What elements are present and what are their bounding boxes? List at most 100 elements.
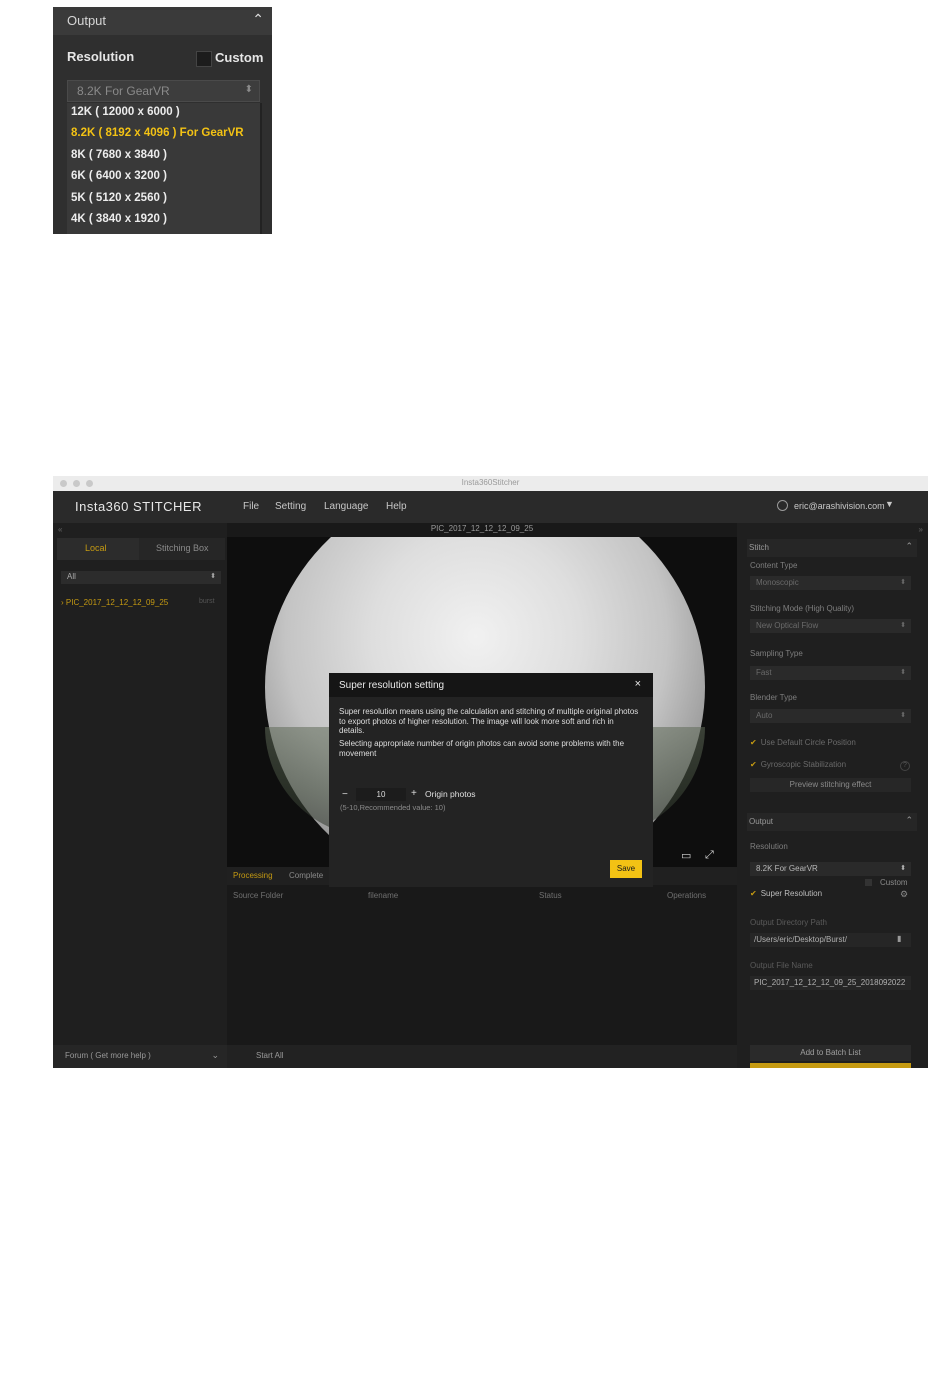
increment-button[interactable]: + bbox=[411, 788, 417, 799]
window-title: Insta360Stitcher bbox=[461, 478, 520, 487]
stitch-section-title: Stitch bbox=[749, 543, 770, 552]
start-all-button[interactable]: Start All bbox=[256, 1051, 284, 1060]
tab-complete[interactable]: Complete bbox=[289, 871, 323, 880]
resolution-select[interactable]: 8.2K For GearVR ⬍ bbox=[67, 80, 260, 102]
origin-photos-input[interactable]: 10 bbox=[356, 788, 406, 801]
file-list-item[interactable]: › PIC_2017_12_12_12_09_25 bbox=[61, 598, 168, 607]
caret-down-icon[interactable]: ▼ bbox=[885, 499, 894, 509]
menu-language[interactable]: Language bbox=[324, 501, 369, 512]
tab-local[interactable]: Local bbox=[85, 543, 107, 553]
start-button-edge[interactable] bbox=[750, 1063, 911, 1068]
forum-link[interactable]: Forum ( Get more help ) bbox=[65, 1051, 151, 1060]
output-section-title: Output bbox=[67, 13, 107, 28]
blender-type-select[interactable]: Auto ⬍ bbox=[750, 709, 911, 723]
select-arrows-icon: ⬍ bbox=[900, 669, 906, 676]
stitcher-window: Insta360Stitcher Insta360 STITCHER File … bbox=[53, 476, 928, 1068]
resolution-select[interactable]: 8.2K For GearVR ⬍ bbox=[750, 862, 911, 876]
resolution-label: Resolution bbox=[750, 842, 788, 851]
account-email[interactable]: eric@arashivision.com bbox=[794, 501, 885, 511]
help-icon[interactable]: ? bbox=[900, 761, 910, 771]
folder-icon[interactable]: ▮ bbox=[897, 934, 901, 943]
default-circle-label: Use Default Circle Position bbox=[760, 738, 856, 747]
default-circle-checkbox[interactable]: ✔ Use Default Circle Position bbox=[750, 738, 856, 747]
stitching-mode-value: New Optical Flow bbox=[756, 621, 819, 630]
chevron-up-icon[interactable]: ⌃ bbox=[905, 541, 913, 552]
chevron-down-icon[interactable]: ⌄ bbox=[211, 1050, 219, 1061]
output-section-title: Output bbox=[749, 817, 774, 826]
blender-type-label: Blender Type bbox=[750, 693, 797, 702]
select-arrows-icon: ⬍ bbox=[900, 865, 906, 872]
resolution-option[interactable]: 6K ( 6400 x 3200 ) bbox=[71, 170, 167, 182]
tab-processing[interactable]: Processing bbox=[233, 871, 273, 880]
file-name: PIC_2017_12_12_12_09_25 bbox=[65, 598, 169, 607]
right-panel: » Stitch ⌃ Content Type Monoscopic ⬍ Stit… bbox=[737, 523, 928, 1068]
resolution-label: Resolution bbox=[67, 49, 135, 64]
menu-setting[interactable]: Setting bbox=[275, 501, 306, 512]
file-filter-select[interactable]: All ⬍ bbox=[61, 571, 221, 584]
menu-bar: Insta360 STITCHER File Setting Language … bbox=[53, 491, 928, 523]
resolution-option-selected[interactable]: 8.2K ( 8192 x 4096 ) For GearVR bbox=[71, 127, 244, 139]
check-icon: ✔ bbox=[750, 760, 757, 769]
custom-checkbox[interactable] bbox=[196, 51, 212, 67]
resolution-option[interactable]: 4K ( 3840 x 1920 ) bbox=[71, 213, 167, 225]
sampling-type-label: Sampling Type bbox=[750, 649, 803, 658]
dialog-description: Super resolution means using the calcula… bbox=[339, 707, 639, 735]
chevron-up-icon[interactable]: ⌃ bbox=[252, 11, 264, 28]
file-tag: burst bbox=[199, 598, 215, 605]
output-file-value: PIC_2017_12_12_12_09_25_2018092022 bbox=[754, 978, 906, 987]
close-icon[interactable]: × bbox=[635, 678, 641, 690]
forum-bar[interactable]: Forum ( Get more help ) ⌄ bbox=[53, 1045, 227, 1068]
output-section-header[interactable]: Output ⌃ bbox=[747, 813, 917, 831]
super-resolution-label: Super Resolution bbox=[760, 889, 823, 898]
custom-label: Custom bbox=[215, 50, 264, 65]
gear-icon[interactable]: ⚙ bbox=[900, 889, 908, 900]
tab-stitching-box[interactable]: Stitching Box bbox=[156, 543, 209, 553]
account-icon[interactable] bbox=[777, 500, 788, 511]
content-type-select[interactable]: Monoscopic ⬍ bbox=[750, 576, 911, 590]
screen-icon[interactable]: ▭ bbox=[681, 849, 691, 862]
preview-file-title: PIC_2017_12_12_12_09_25 bbox=[430, 524, 534, 533]
chevron-up-icon[interactable]: ⌃ bbox=[905, 815, 913, 826]
origin-photos-hint: (5-10,Recommended value: 10) bbox=[340, 803, 446, 812]
fullscreen-icon[interactable]: ⤢ bbox=[705, 849, 714, 862]
file-filter-value: All bbox=[67, 572, 76, 581]
collapse-left-icon[interactable]: « bbox=[58, 525, 62, 534]
resolution-option[interactable]: 5K ( 5120 x 2560 ) bbox=[71, 192, 167, 204]
check-icon: ✔ bbox=[750, 889, 757, 898]
save-button[interactable]: Save bbox=[610, 860, 642, 878]
column-status: Status bbox=[539, 891, 562, 900]
select-arrows-icon: ⬍ bbox=[900, 622, 906, 629]
output-dir-value: /Users/eric/Desktop/Burst/ bbox=[754, 935, 847, 944]
gyro-checkbox[interactable]: ✔ Gyroscopic Stabilization bbox=[750, 760, 846, 769]
super-resolution-checkbox[interactable]: ✔ Super Resolution bbox=[750, 889, 822, 898]
decrement-button[interactable]: − bbox=[342, 789, 348, 800]
column-filename: filename bbox=[368, 891, 399, 900]
output-file-label: Output File Name bbox=[750, 961, 813, 970]
select-arrows-icon: ⬍ bbox=[900, 712, 906, 719]
resolution-option[interactable]: 8K ( 7680 x 3840 ) bbox=[71, 149, 167, 161]
select-arrows-icon: ⬍ bbox=[900, 579, 906, 586]
resolution-option[interactable]: 12K ( 12000 x 6000 ) bbox=[71, 106, 180, 118]
collapse-right-icon[interactable]: » bbox=[919, 525, 923, 534]
output-section-header[interactable]: Output ⌃ bbox=[53, 7, 272, 35]
resolution-dropdown-list: 12K ( 12000 x 6000 ) 8.2K ( 8192 x 4096 … bbox=[67, 103, 262, 234]
output-dir-label: Output Directory Path bbox=[750, 918, 827, 927]
origin-photos-label: Origin photos bbox=[425, 789, 476, 799]
preview-stitching-button[interactable]: Preview stitching effect bbox=[750, 778, 911, 792]
dialog-header: Super resolution setting × bbox=[329, 673, 653, 697]
output-dir-field[interactable]: /Users/eric/Desktop/Burst/ bbox=[750, 933, 911, 947]
app-logo: Insta360 STITCHER bbox=[75, 499, 202, 514]
sampling-type-select[interactable]: Fast ⬍ bbox=[750, 666, 911, 680]
output-panel-crop: Output ⌃ Resolution Custom 8.2K For Gear… bbox=[53, 7, 272, 234]
dialog-note: Selecting appropriate number of origin p… bbox=[339, 739, 625, 758]
custom-checkbox[interactable] bbox=[865, 879, 872, 886]
select-arrows-icon: ⬍ bbox=[244, 84, 253, 95]
output-file-field[interactable]: PIC_2017_12_12_12_09_25_2018092022 bbox=[750, 976, 911, 990]
add-to-batch-button[interactable]: Add to Batch List bbox=[750, 1045, 911, 1061]
stitching-mode-select[interactable]: New Optical Flow ⬍ bbox=[750, 619, 911, 633]
gyro-label: Gyroscopic Stabilization bbox=[760, 760, 847, 769]
menu-help[interactable]: Help bbox=[386, 501, 407, 512]
menu-file[interactable]: File bbox=[243, 501, 259, 512]
content-type-label: Content Type bbox=[750, 561, 798, 570]
stitch-section-header[interactable]: Stitch ⌃ bbox=[747, 539, 917, 557]
